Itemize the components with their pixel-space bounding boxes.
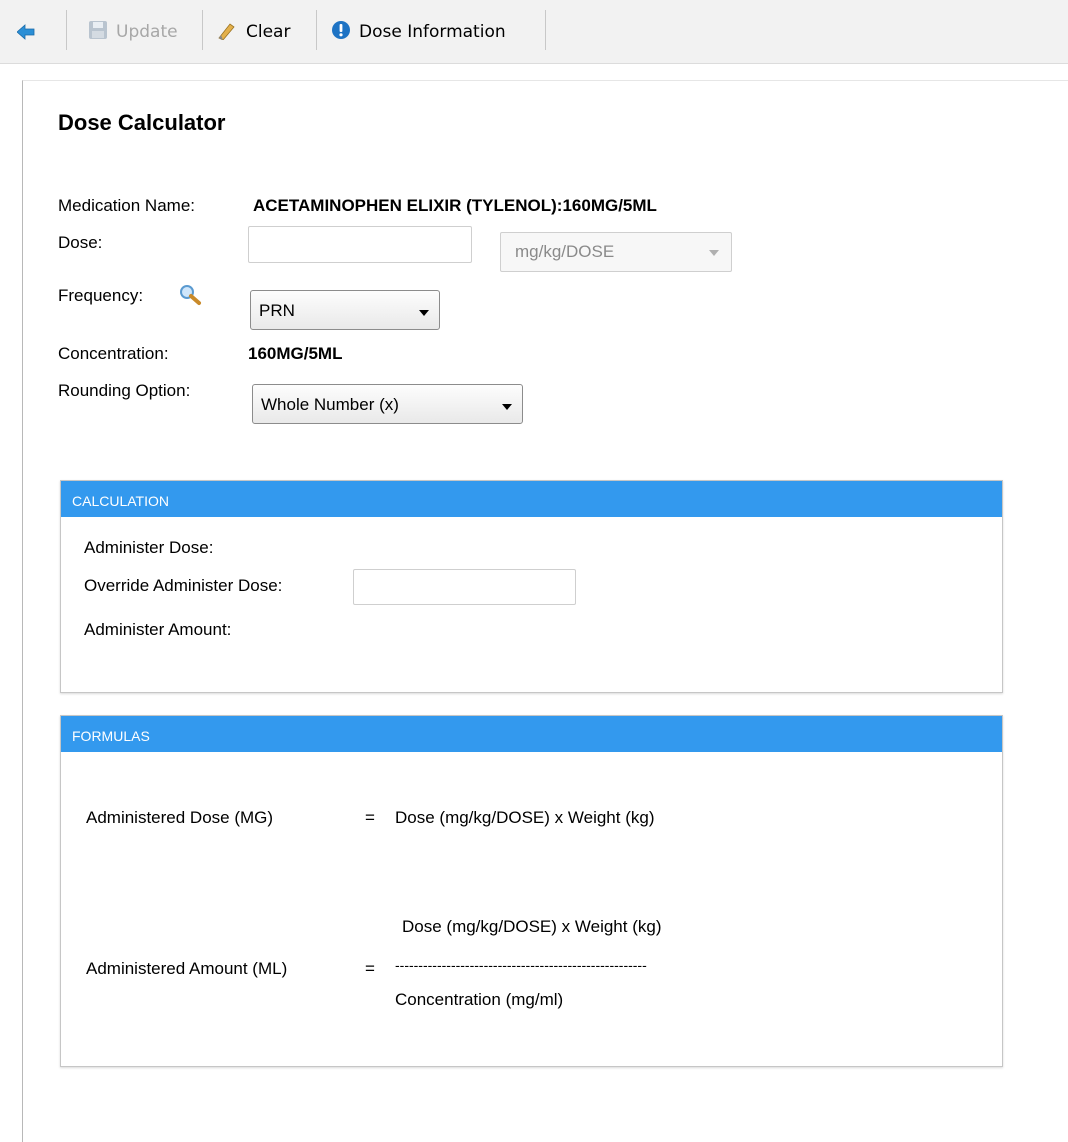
dose-unit-selected: mg/kg/DOSE bbox=[515, 242, 615, 261]
rounding-option-selected: Whole Number (x) bbox=[261, 395, 399, 414]
dose-label: Dose: bbox=[58, 233, 103, 252]
dose-information-label: Dose Information bbox=[359, 22, 506, 42]
save-icon bbox=[88, 20, 108, 45]
toolbar-divider bbox=[66, 10, 67, 50]
medication-name-value: ACETAMINOPHEN ELIXIR (TYLENOL):160MG/5ML bbox=[253, 196, 657, 215]
frequency-label: Frequency: bbox=[58, 286, 144, 305]
info-icon bbox=[331, 20, 351, 45]
concentration-label: Concentration: bbox=[58, 344, 169, 363]
formulas-panel-header: FORMULAS bbox=[61, 716, 1002, 752]
frequency-selected: PRN bbox=[259, 301, 295, 320]
formulas-panel: FORMULAS bbox=[60, 715, 1003, 1067]
amount-formula-divider: ----------------------------------------… bbox=[395, 957, 647, 973]
back-button[interactable] bbox=[17, 14, 35, 50]
update-label: Update bbox=[116, 22, 178, 42]
magnifier-icon[interactable] bbox=[178, 284, 202, 311]
administer-amount-label: Administer Amount: bbox=[84, 620, 232, 639]
amount-formula-denominator: Concentration (mg/ml) bbox=[395, 990, 564, 1009]
amount-formula-equals: = bbox=[365, 959, 375, 978]
clear-label: Clear bbox=[246, 22, 291, 42]
toolbar: Update Clear Dose Information bbox=[0, 0, 1068, 64]
medication-name-label: Medication Name: bbox=[58, 196, 196, 215]
dose-formula-expression: Dose (mg/kg/DOSE) x Weight (kg) bbox=[395, 808, 655, 827]
eraser-icon bbox=[216, 20, 238, 45]
rounding-option-label: Rounding Option: bbox=[58, 381, 191, 400]
rounding-option-select[interactable]: Whole Number (x) bbox=[252, 384, 523, 424]
chevron-down-icon bbox=[709, 250, 719, 256]
dose-information-button[interactable]: Dose Information bbox=[331, 14, 506, 50]
amount-formula-numerator: Dose (mg/kg/DOSE) x Weight (kg) bbox=[402, 917, 662, 936]
toolbar-divider bbox=[316, 10, 317, 50]
chevron-down-icon bbox=[419, 310, 429, 316]
page-title: Dose Calculator bbox=[58, 110, 226, 135]
administer-dose-label: Administer Dose: bbox=[84, 538, 214, 557]
frequency-select[interactable]: PRN bbox=[250, 290, 440, 330]
arrow-left-icon bbox=[17, 24, 35, 40]
dose-unit-select[interactable]: mg/kg/DOSE bbox=[500, 232, 732, 272]
update-button[interactable]: Update bbox=[88, 14, 178, 50]
calculation-panel-header: CALCULATION bbox=[61, 481, 1002, 517]
override-administer-dose-input[interactable] bbox=[353, 569, 576, 605]
dose-input[interactable] bbox=[248, 226, 472, 263]
dose-formula-label: Administered Dose (MG) bbox=[86, 808, 274, 827]
chevron-down-icon bbox=[502, 404, 512, 410]
amount-formula-label: Administered Amount (ML) bbox=[86, 959, 288, 978]
override-administer-dose-label: Override Administer Dose: bbox=[84, 576, 283, 595]
dose-formula-equals: = bbox=[365, 808, 375, 827]
toolbar-divider bbox=[545, 10, 546, 50]
clear-button[interactable]: Clear bbox=[216, 14, 290, 50]
toolbar-divider bbox=[202, 10, 203, 50]
concentration-value: 160MG/5ML bbox=[248, 344, 343, 363]
